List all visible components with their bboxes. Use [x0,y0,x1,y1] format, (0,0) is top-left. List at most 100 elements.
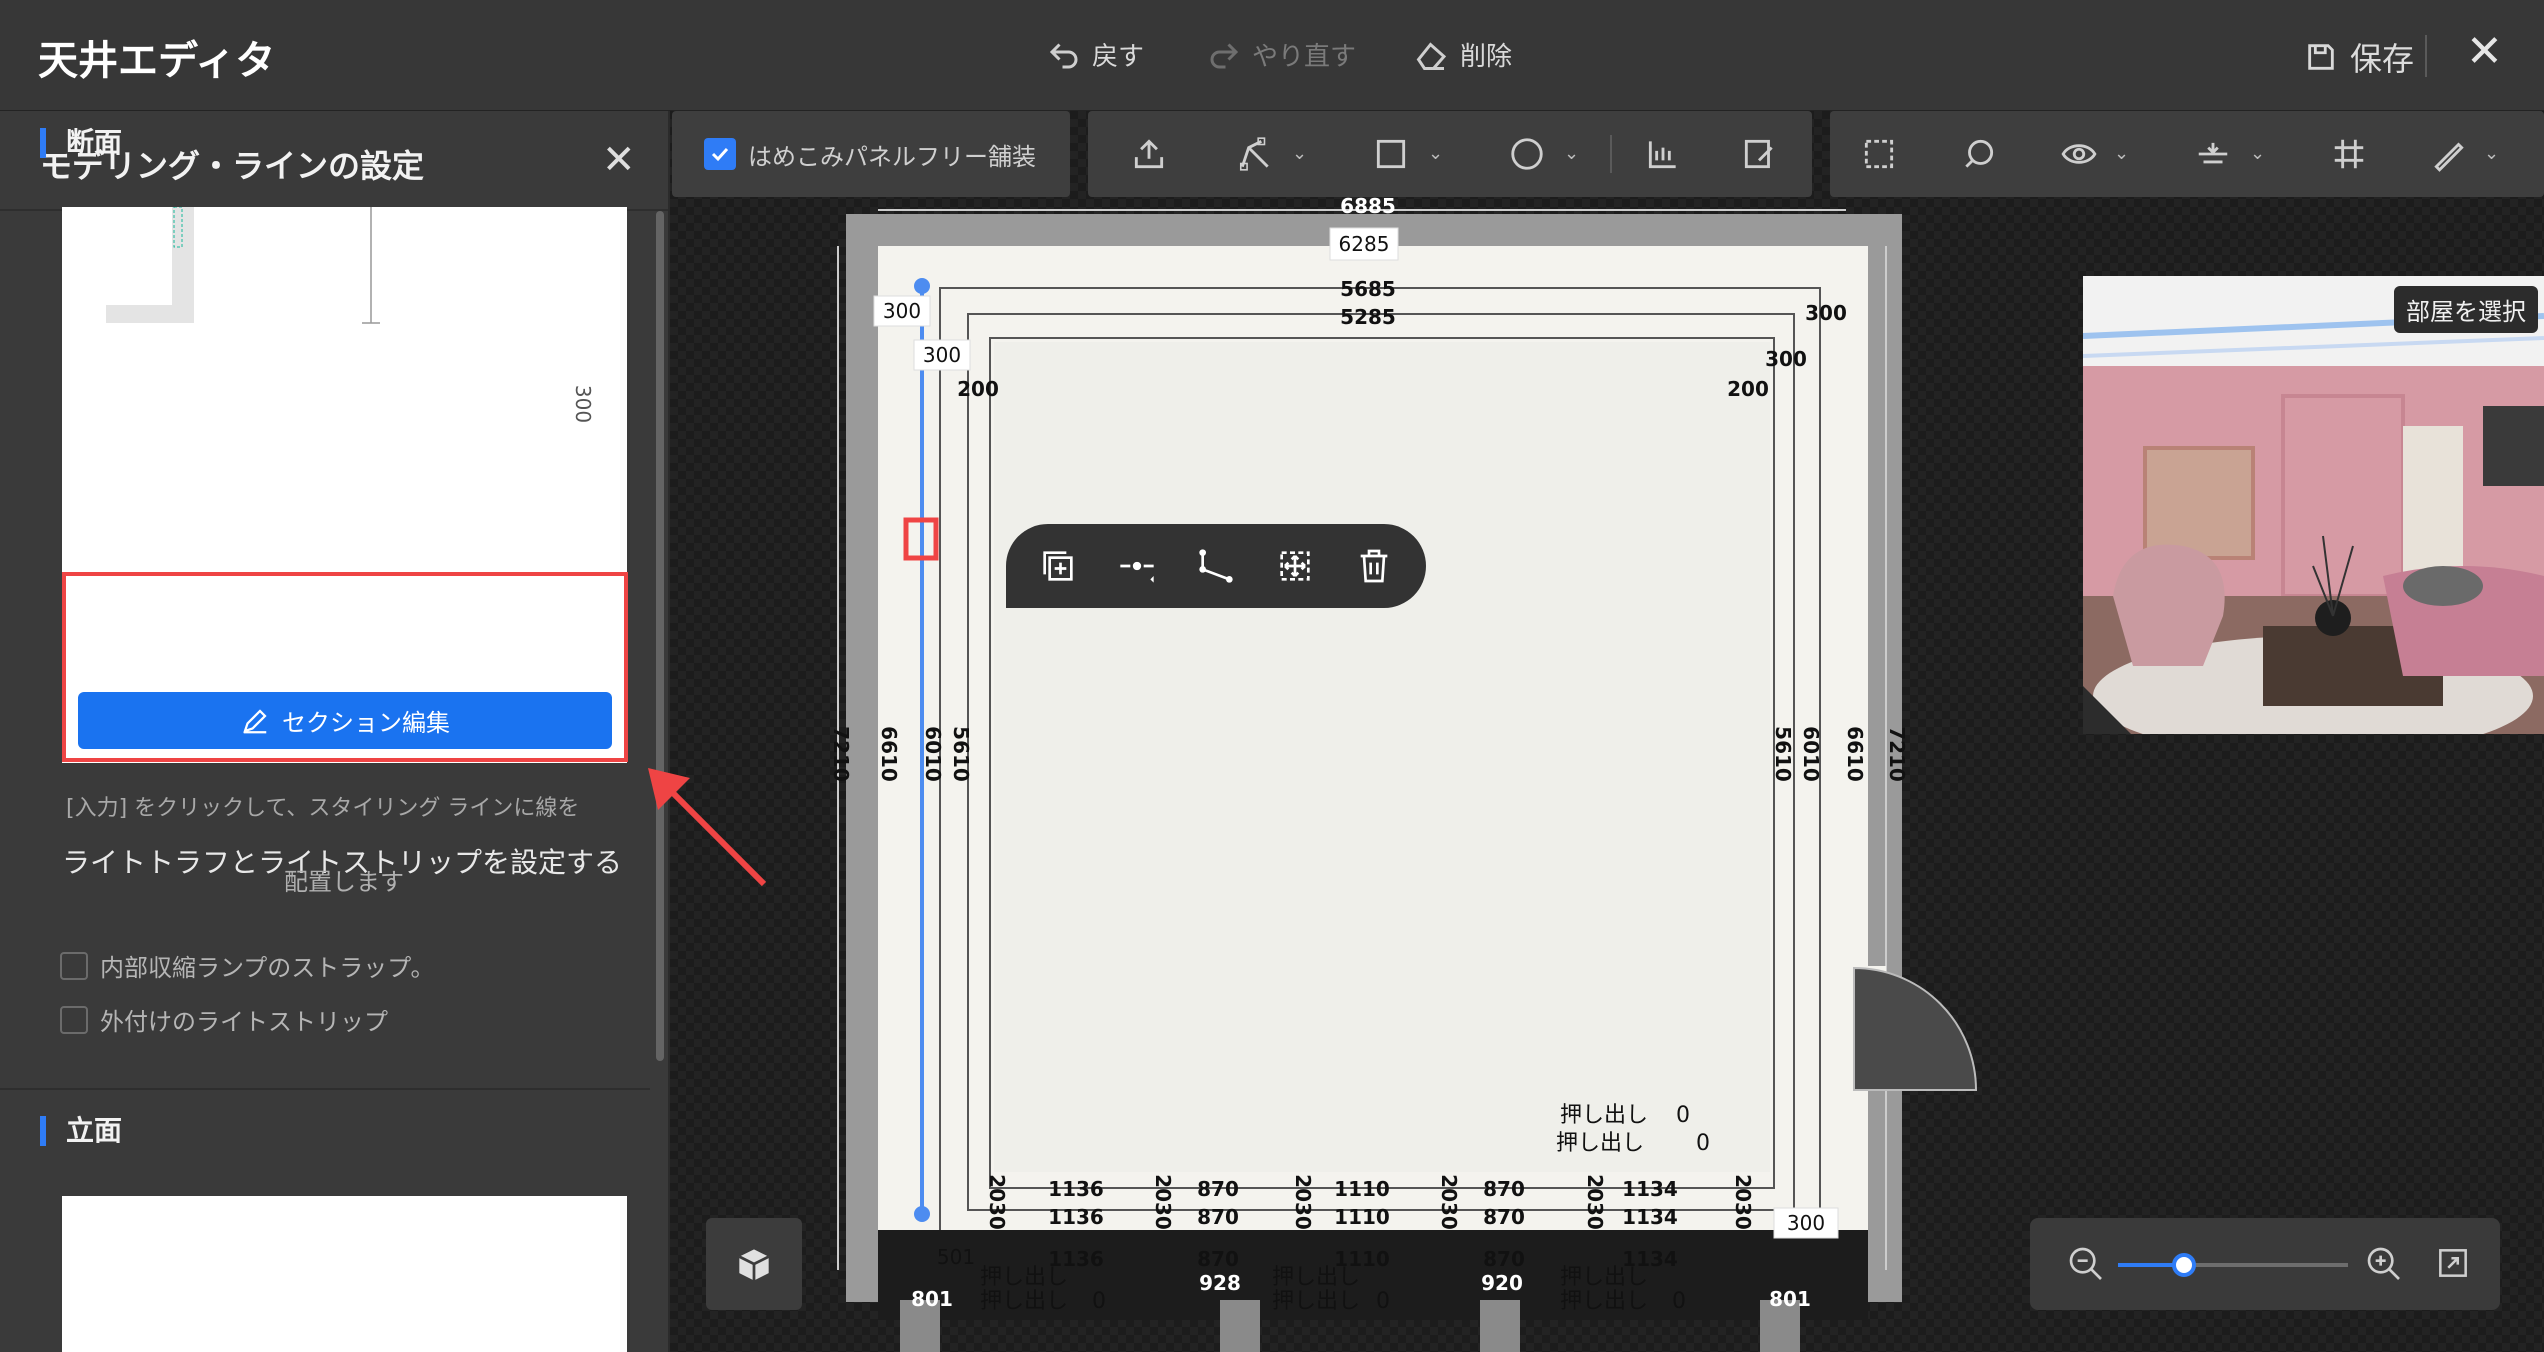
circle-icon[interactable] [1508,135,1546,173]
fit-view-icon[interactable] [2434,1244,2472,1282]
push-out-value: 0 [1676,1103,1690,1128]
copy-icon[interactable] [1038,546,1078,586]
array-icon[interactable] [1644,135,1682,173]
lasso-icon[interactable] [1960,135,1998,173]
dim-label: 6610 [1843,726,1867,782]
close-icon[interactable]: ✕ [2466,30,2503,74]
dim-label: 1134 [1622,1205,1678,1229]
hint-text: [入力] をクリックして、スタイリング ラインに線を [66,796,580,821]
line-action-popup [1006,524,1426,608]
line-handle-bottom[interactable] [914,1206,930,1222]
dim-label: 7210 [829,726,853,782]
draw-tools-group: ⌄ ⌄ ⌄ [1204,111,1812,197]
push-out-label: 押し出し [1560,1103,1648,1128]
dim-label: 870 [1483,1177,1525,1201]
view-tools-group: ⌄ ⌄ ⌄ [1830,111,2544,197]
section-heading-danmen: 断面 [40,128,122,158]
title-divider [2425,35,2427,77]
push-out-label: 押し出し [980,1265,1068,1290]
dim-label: 920 [1481,1271,1523,1295]
trash-icon[interactable] [1354,546,1394,586]
rectangle-icon[interactable] [1372,135,1410,173]
eye-icon[interactable] [2060,135,2098,173]
dim-label: 5285 [1340,305,1396,329]
dim-label: 870 [1483,1205,1525,1229]
grid-icon[interactable] [2330,135,2368,173]
checkbox-external-strip[interactable]: 外付けのライトストリップ [60,1002,388,1037]
hint-text-overlap: 配置します [284,868,404,896]
dim-label: 1136 [1048,1177,1104,1201]
dim-label: 1110 [1334,1205,1390,1229]
dim-label: 2030 [1731,1174,1755,1230]
checkbox-internal-strip[interactable]: 内部収縮ランプのストラップ。 [60,948,435,983]
dim-label: 6885 [1340,194,1396,218]
push-out-value: 0 [1696,1131,1710,1156]
zoom-out-icon[interactable] [2066,1244,2106,1284]
check-icon [711,147,729,162]
checkbox-box[interactable] [60,951,88,980]
move-icon[interactable] [1275,546,1315,586]
fill-checkbox[interactable] [704,138,736,170]
dim-label: 928 [1199,1271,1241,1295]
polyline-icon[interactable] [1196,546,1236,586]
dim-label: 1110 [1334,1177,1390,1201]
dim-label: 501 [937,1245,975,1269]
dim-label: 870 [1197,1177,1239,1201]
pen-tool-icon[interactable] [1236,135,1274,173]
dim-label: 870 [1197,1247,1239,1271]
push-out-label: 押し出し [980,1289,1068,1314]
push-out-label: 押し出し [1560,1289,1648,1314]
delete-button[interactable]: 削除 [1414,36,1512,73]
preview-dimension: 300 [571,384,596,424]
undo-button[interactable]: 戻す [1046,36,1144,73]
dim-label: 200 [1727,377,1769,401]
section-heading-ritsumen: 立面 [40,1116,122,1146]
upload-icon[interactable] [1130,135,1168,173]
section-edit-button[interactable]: セクション編集 [78,692,612,749]
dim-label: 5610 [1771,726,1795,782]
zoom-in-icon[interactable] [2364,1244,2404,1284]
dim-label: 2030 [1583,1174,1607,1230]
chevron-down-icon[interactable]: ⌄ [2250,143,2265,164]
chevron-down-icon[interactable]: ⌄ [2484,143,2499,164]
line-handle-top[interactable] [914,278,930,294]
select-room-button[interactable]: 部屋を選択 [2394,286,2538,333]
chevron-down-icon[interactable]: ⌄ [1428,143,1443,164]
align-icon[interactable] [2194,135,2232,173]
edit-pen-icon [243,708,267,733]
redo-button[interactable]: やり直す [1206,36,1356,73]
dim-label: 2030 [1437,1174,1461,1230]
dim-label: 6010 [1799,726,1823,782]
delete-label: 削除 [1460,42,1513,72]
room-3d-preview[interactable] [2083,276,2544,734]
ceiling-plan[interactable]: 6885 6285 5685 5285 300 300 200 300 300 … [820,190,2000,1352]
inner-ceiling [994,342,1770,1172]
3d-view-button[interactable] [706,1218,802,1310]
push-out-value: 0 [1092,1289,1106,1314]
paint-brush-icon[interactable] [2430,135,2468,173]
chevron-down-icon[interactable]: ⌄ [1564,143,1579,164]
redo-icon [1210,42,1239,68]
dim-label: 6285 [1339,232,1390,256]
split-point-icon[interactable] [1117,546,1157,586]
dim-label: 801 [911,1287,953,1311]
dim-label: 300 [1787,1211,1825,1235]
checkbox-label: 内部収縮ランプのストラップ。 [100,954,435,982]
frame-select-icon[interactable] [1860,135,1898,173]
checkbox-label: 外付けのライトストリップ [100,1008,388,1036]
dim-label: 2030 [1151,1174,1175,1230]
panel-close-icon[interactable]: ✕ [602,137,636,183]
save-button[interactable]: 保存 [2304,34,2414,80]
chevron-down-icon[interactable]: ⌄ [1292,143,1307,164]
dim-label: 5610 [949,726,973,782]
divider [0,1088,650,1090]
zoom-slider-knob[interactable] [2172,1253,2196,1277]
section-edit-label: セクション編集 [282,709,450,737]
edit-board-icon[interactable] [1740,135,1778,173]
dim-label: 300 [1805,301,1847,325]
save-icon [2308,44,2334,70]
checkbox-box[interactable] [60,1005,88,1034]
chevron-down-icon[interactable]: ⌄ [2114,143,2129,164]
panel-scrollbar[interactable] [656,211,664,1061]
push-out-label: 押し出し [1272,1289,1360,1314]
